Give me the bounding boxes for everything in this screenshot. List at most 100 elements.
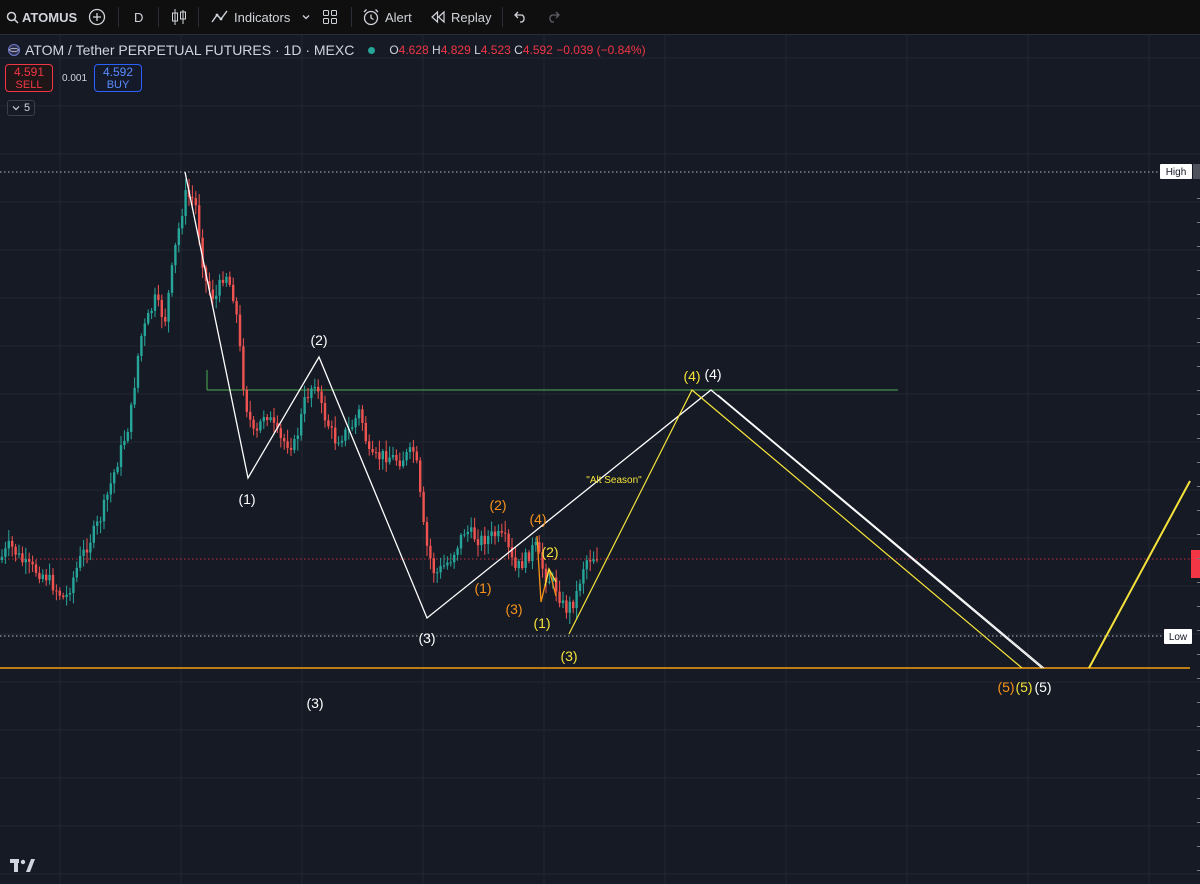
candle-body [140,336,143,356]
candle-body [385,451,388,463]
candle-body [500,530,503,533]
redo-button[interactable] [546,0,560,34]
candle-body [391,455,395,458]
legend-title[interactable]: ATOM / Tether PERPETUAL FUTURES · 1D · M… [25,42,354,58]
replay-button[interactable]: Replay [430,0,491,34]
candle-body [194,198,197,206]
low-key: L [474,43,481,57]
candle-body [157,294,160,300]
candle-body [153,294,157,311]
candle-body [497,530,500,537]
indicators-button[interactable]: Indicators [211,0,290,34]
candle-body [320,391,323,404]
undo-button[interactable] [514,0,528,34]
candle-body [11,540,14,547]
change-value: −0.039 (−0.84%) [556,43,646,57]
interval-button[interactable]: D [134,0,143,34]
candle-body [245,389,248,412]
chart-legend: ATOM / Tether PERPETUAL FUTURES · 1D · M… [8,42,646,58]
candle-body [388,457,391,463]
candle-body [402,460,405,467]
candle-body [184,189,187,217]
candle-body [198,205,201,238]
price-chart[interactable]: (1) (2) (3) (3) (4) (4) (2) (4) (2) (1) … [0,35,1200,884]
close-value: 4.592 [522,43,553,57]
candle-body [361,409,364,423]
candle-body [225,276,228,283]
candle-body [58,590,61,596]
sell-button[interactable]: 4.591 SELL [5,64,53,92]
candle-body [283,438,286,442]
candle-body [21,553,24,563]
candle-body [55,590,58,592]
legend-ohlc: O4.628 H4.829 L4.523 C4.592 −0.039 (−0.8… [389,43,645,57]
candle-body [170,265,174,293]
search-icon [6,11,19,24]
candle-body [92,525,95,543]
candle-body [4,548,7,557]
candle-body [221,279,225,283]
high-value: 4.829 [440,43,471,57]
chart-type-button[interactable] [171,0,187,34]
top-toolbar: ATOMUS D Indicators Alert Replay [0,0,1200,35]
replay-icon [431,10,445,24]
candle-body [31,561,34,565]
candle-body [303,397,306,414]
candle-body [249,411,252,420]
symbol-search-button[interactable]: ATOMUS [6,0,77,34]
candle-body [412,447,415,452]
sell-label: SELL [15,79,43,91]
candle-body [565,600,568,613]
candle-body [436,572,439,574]
candle-body [527,552,531,561]
indicators-menu-button[interactable] [301,0,311,34]
candle-body [96,521,99,526]
candle-body [262,416,265,422]
candle-body [17,553,21,555]
candle-body [116,466,119,473]
current-price-tag [1191,550,1200,578]
high-key: H [432,43,441,57]
candle-body [143,323,146,337]
wave-label-white-4: (4) [704,366,721,382]
buy-button[interactable]: 4.592 BUY [94,64,142,92]
indicators-collapse-button[interactable]: 5 [7,100,35,116]
candle-body [521,561,524,568]
candle-body [442,565,446,567]
candle-body [85,549,89,553]
candle-body [470,527,473,532]
candle-body [466,531,469,535]
candle-body [463,534,466,536]
low-value: 4.523 [480,43,511,57]
wave-label-white-1: (1) [238,491,255,507]
high-tag: High [1166,167,1187,178]
wave-label-orange-1: (1) [474,580,491,596]
candle-body [119,445,123,467]
candle-body [446,562,449,566]
candle-body [405,452,408,461]
wave-label-yellow-2: (2) [541,544,558,560]
candle-body [269,417,272,421]
candle-body [259,421,262,431]
candle-body [340,440,344,443]
candle-body [310,388,313,399]
separator [351,7,352,27]
candle-body [109,483,112,495]
candle-body [504,532,507,534]
compare-symbol-button[interactable] [88,0,106,34]
candle-body [181,216,184,229]
candle-body [89,542,92,553]
spread-value: 0.001 [62,73,88,84]
candle-body [99,521,102,523]
candle-body [453,554,456,563]
alert-button[interactable]: Alert [362,0,412,34]
candle-body [242,346,245,390]
templates-button[interactable] [322,0,338,34]
wave-label-yellow-3: (3) [560,648,577,664]
candle-body [14,546,17,555]
candle-body [578,583,582,592]
candle-body [232,284,235,302]
candle-body [72,577,75,594]
candle-body [266,416,269,421]
candle-body [327,420,330,427]
